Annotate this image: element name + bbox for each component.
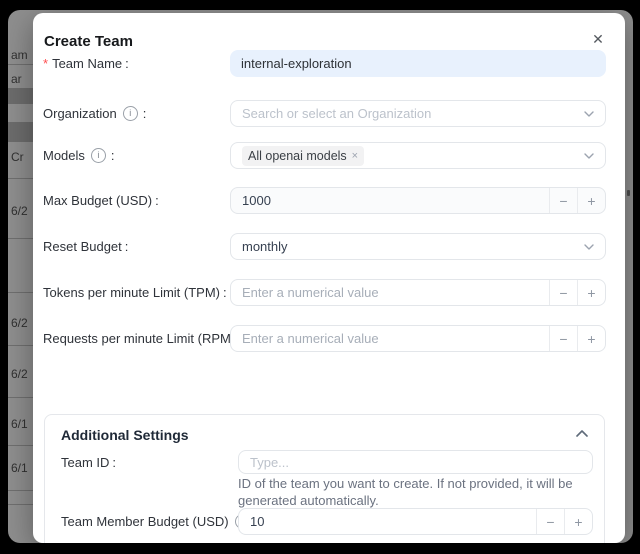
member-budget-input-group: − + (238, 508, 593, 535)
plus-button[interactable]: + (564, 509, 592, 534)
tag-remove-icon[interactable]: × (352, 150, 358, 162)
member-budget-input[interactable] (239, 509, 536, 534)
team-id-input[interactable]: Type... (238, 450, 593, 474)
reset-budget-select[interactable]: monthly (230, 233, 606, 260)
organization-label: Organization i : (43, 106, 146, 121)
app-window: am ar Cr 6/2 6/2 6/2 6/1 6/1 Create Team ✕ * Te… (8, 10, 633, 543)
team-name-row: * Team Name: internal-exploration (43, 50, 606, 77)
background-row-divider (8, 345, 33, 346)
models-select[interactable]: All openai models × (230, 142, 606, 169)
minus-button[interactable]: − (549, 280, 577, 305)
rpm-row: Requests per minute Limit (RPM): − + (43, 325, 606, 352)
reset-budget-label: Reset Budget: (43, 239, 128, 254)
background-dark-band (8, 122, 33, 142)
tpm-label: Tokens per minute Limit (TPM): (43, 285, 227, 300)
chevron-up-icon[interactable] (576, 430, 588, 437)
required-asterisk: * (43, 56, 48, 71)
minus-button[interactable]: − (536, 509, 564, 534)
plus-button[interactable]: + (577, 280, 605, 305)
background-row-divider (8, 490, 33, 491)
member-budget-label: Team Member Budget (USD) ? : (61, 508, 258, 535)
background-truncated-text: 6/2 (11, 204, 28, 218)
team-name-input[interactable]: internal-exploration (230, 50, 606, 77)
close-icon[interactable]: ✕ (589, 30, 607, 48)
background-truncated-text: am (11, 48, 28, 62)
background-row-divider (8, 238, 33, 239)
info-icon[interactable]: i (123, 106, 138, 121)
max-budget-label: Max Budget (USD): (43, 193, 159, 208)
tpm-input[interactable] (231, 280, 549, 305)
background-row-divider (8, 178, 33, 179)
team-id-help-text: ID of the team you want to create. If no… (238, 475, 598, 509)
background-truncated-text: 6/1 (11, 461, 28, 475)
organization-placeholder: Search or select an Organization (242, 106, 431, 121)
plus-button[interactable]: + (577, 326, 605, 351)
chevron-down-icon (584, 111, 594, 117)
rpm-input[interactable] (231, 326, 549, 351)
chevron-down-icon (584, 153, 594, 159)
max-budget-row: Max Budget (USD): − + (43, 187, 606, 214)
models-label: Models i : (43, 148, 115, 163)
background-dark-band (8, 88, 33, 104)
background-row-divider (8, 397, 33, 398)
background-truncated-text: Cr (11, 150, 24, 164)
background-row-divider (8, 64, 33, 65)
background-truncated-text: 6/1 (11, 417, 28, 431)
background-artifact (627, 190, 630, 196)
minus-button[interactable]: − (549, 326, 577, 351)
organization-select[interactable]: Search or select an Organization (230, 100, 606, 127)
plus-button[interactable]: + (577, 188, 605, 213)
additional-settings-title: Additional Settings (61, 427, 189, 443)
dimmed-background-page: am ar Cr 6/2 6/2 6/2 6/1 6/1 (8, 10, 33, 543)
background-truncated-text: 6/2 (11, 316, 28, 330)
background-row-divider (8, 292, 33, 293)
additional-settings-card: Additional Settings Team ID: Type... ID … (44, 414, 605, 543)
rpm-label: Requests per minute Limit (RPM): (43, 331, 242, 346)
background-truncated-text: 6/2 (11, 367, 28, 381)
rpm-input-group: − + (230, 325, 606, 352)
tpm-row: Tokens per minute Limit (TPM): − + (43, 279, 606, 306)
create-team-modal: Create Team ✕ * Team Name: internal-expl… (33, 13, 625, 543)
team-name-label: * Team Name: (43, 56, 129, 71)
models-row: Models i : All openai models × (43, 142, 606, 169)
reset-budget-row: Reset Budget: monthly (43, 233, 606, 260)
background-row-divider (8, 445, 33, 446)
tpm-input-group: − + (230, 279, 606, 306)
modal-title: Create Team (44, 33, 133, 50)
model-tag: All openai models × (242, 146, 364, 166)
max-budget-input-group: − + (230, 187, 606, 214)
team-id-label: Team ID: (61, 450, 116, 474)
chevron-down-icon (584, 244, 594, 250)
minus-button[interactable]: − (549, 188, 577, 213)
background-row-divider (8, 504, 33, 505)
reset-budget-value: monthly (242, 239, 288, 254)
info-icon[interactable]: i (91, 148, 106, 163)
organization-row: Organization i : Search or select an Org… (43, 100, 606, 127)
background-truncated-text: ar (11, 72, 22, 86)
max-budget-input[interactable] (231, 188, 549, 213)
